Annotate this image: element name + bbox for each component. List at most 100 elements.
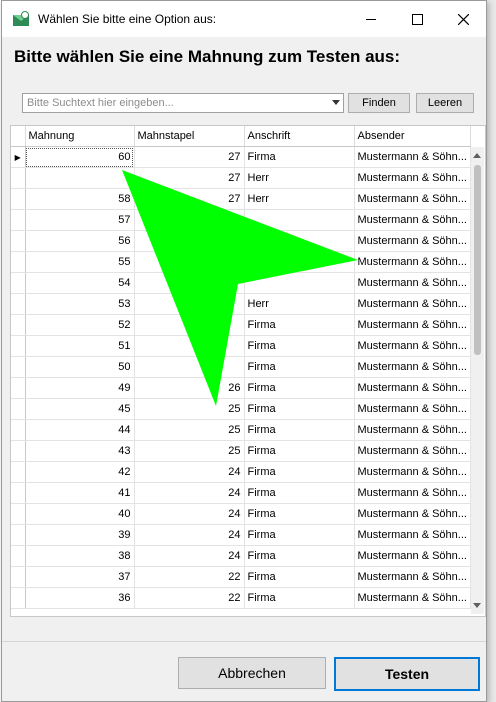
cell-absender[interactable]: Mustermann & Söhn... [354,167,471,189]
cell-mahnung[interactable]: 41 [25,482,135,504]
cell-mahnung[interactable]: 58 [25,188,135,210]
column-header-anschrift[interactable]: Anschrift [244,126,355,147]
cell-anschrift[interactable]: Firma [244,503,355,525]
row-header[interactable] [11,503,26,525]
row-header[interactable] [11,377,26,399]
cell-absender[interactable]: Mustermann & Söhn... [354,545,471,567]
cell-anschrift[interactable]: Firma [244,440,355,462]
cell-mahnstapel[interactable] [134,335,245,357]
cell-absender[interactable]: Mustermann & Söhn... [354,335,471,357]
column-header-absender[interactable]: Absender [354,126,471,147]
row-header[interactable] [11,524,26,546]
table-row[interactable]: 57 Mustermann & Söhn... [11,209,471,231]
cell-mahnstapel[interactable]: 27 [134,167,245,189]
row-header[interactable] [11,566,26,588]
column-header-mahnung[interactable]: Mahnung [25,126,135,147]
table-row[interactable]: 37 22 Firma Mustermann & Söhn... [11,566,471,588]
cell-anschrift[interactable]: Firma [244,461,355,483]
cell-anschrift[interactable] [244,230,355,252]
cell-mahnung[interactable]: 38 [25,545,135,567]
row-header[interactable] [11,272,26,294]
cell-mahnung[interactable] [25,167,135,189]
row-header[interactable] [11,419,26,441]
table-row[interactable]: 51 Firma Mustermann & Söhn... [11,335,471,357]
table-row[interactable]: 41 24 Firma Mustermann & Söhn... [11,482,471,504]
cell-mahnstapel[interactable] [134,356,245,378]
cell-mahnung[interactable]: 39 [25,524,135,546]
row-header[interactable] [11,230,26,252]
cell-mahnstapel[interactable]: 25 [134,440,245,462]
row-header[interactable] [11,314,26,336]
table-row[interactable]: 42 24 Firma Mustermann & Söhn... [11,461,471,483]
cell-anschrift[interactable]: Herr [244,167,355,189]
table-row[interactable]: 45 25 Firma Mustermann & Söhn... [11,398,471,420]
cell-absender[interactable]: Mustermann & Söhn... [354,356,471,378]
cell-absender[interactable]: Mustermann & Söhn... [354,188,471,210]
table-row[interactable]: 49 26 Firma Mustermann & Söhn... [11,377,471,399]
table-row[interactable]: 43 25 Firma Mustermann & Söhn... [11,440,471,462]
cell-anschrift[interactable]: Firma [244,545,355,567]
cell-mahnung[interactable]: 51 [25,335,135,357]
cell-mahnstapel[interactable]: 24 [134,545,245,567]
cell-mahnung[interactable]: 40 [25,503,135,525]
clear-button[interactable]: Leeren [416,93,474,113]
table-row[interactable]: 53 Herr Mustermann & Söhn... [11,293,471,315]
cell-mahnung[interactable]: 56 [25,230,135,252]
row-header[interactable] [11,545,26,567]
cell-mahnstapel[interactable]: 25 [134,419,245,441]
cell-mahnstapel[interactable] [134,209,245,231]
table-row[interactable]: 54 Mustermann & Söhn... [11,272,471,294]
cell-anschrift[interactable]: Firma [244,482,355,504]
cell-anschrift[interactable] [244,209,355,231]
table-row[interactable]: ▶ 60 27 Firma Mustermann & Söhn... [11,146,471,168]
cell-mahnstapel[interactable] [134,314,245,336]
cell-mahnung[interactable]: 53 [25,293,135,315]
cell-absender[interactable]: Mustermann & Söhn... [354,398,471,420]
cell-mahnung[interactable]: 55 [25,251,135,273]
column-header-mahnstapel[interactable]: Mahnstapel [134,126,245,147]
row-header[interactable] [11,461,26,483]
search-combobox[interactable] [22,93,344,113]
search-input[interactable] [23,94,327,112]
find-button[interactable]: Finden [348,93,410,113]
cell-mahnstapel[interactable] [134,293,245,315]
vertical-scrollbar[interactable] [471,147,484,614]
cell-mahnstapel[interactable]: 22 [134,587,245,609]
cell-anschrift[interactable]: Firma [244,524,355,546]
cell-anschrift[interactable] [244,251,355,273]
cell-mahnstapel[interactable]: 27 [134,188,245,210]
cell-anschrift[interactable] [244,272,355,294]
row-header[interactable] [11,251,26,273]
minimize-button[interactable] [348,1,394,37]
dropdown-arrow-icon[interactable] [332,100,340,105]
cell-mahnstapel[interactable]: 24 [134,524,245,546]
cell-absender[interactable]: Mustermann & Söhn... [354,230,471,252]
cell-mahnstapel[interactable]: 24 [134,503,245,525]
cell-absender[interactable]: Mustermann & Söhn... [354,293,471,315]
cell-anschrift[interactable]: Herr [244,188,355,210]
cell-anschrift[interactable]: Firma [244,419,355,441]
table-row[interactable]: 40 24 Firma Mustermann & Söhn... [11,503,471,525]
row-header[interactable] [11,167,26,189]
cell-anschrift[interactable]: Herr [244,293,355,315]
row-header[interactable] [11,293,26,315]
cell-absender[interactable]: Mustermann & Söhn... [354,482,471,504]
cell-absender[interactable]: Mustermann & Söhn... [354,377,471,399]
cell-mahnung[interactable]: 37 [25,566,135,588]
cell-absender[interactable]: Mustermann & Söhn... [354,314,471,336]
table-row[interactable]: 39 24 Firma Mustermann & Söhn... [11,524,471,546]
cell-absender[interactable]: Mustermann & Söhn... [354,524,471,546]
cell-mahnung[interactable]: 45 [25,398,135,420]
maximize-button[interactable] [394,1,440,37]
cell-mahnstapel[interactable]: 25 [134,398,245,420]
cell-mahnung[interactable]: 49 [25,377,135,399]
row-header[interactable] [11,356,26,378]
scroll-up-icon[interactable] [473,153,481,158]
cell-mahnstapel[interactable] [134,230,245,252]
cell-mahnstapel[interactable]: 26 [134,377,245,399]
cell-mahnung[interactable]: 44 [25,419,135,441]
table-row[interactable]: 58 27 Herr Mustermann & Söhn... [11,188,471,210]
cell-mahnstapel[interactable]: 24 [134,482,245,504]
cell-mahnung[interactable]: 52 [25,314,135,336]
table-row[interactable]: 50 Firma Mustermann & Söhn... [11,356,471,378]
